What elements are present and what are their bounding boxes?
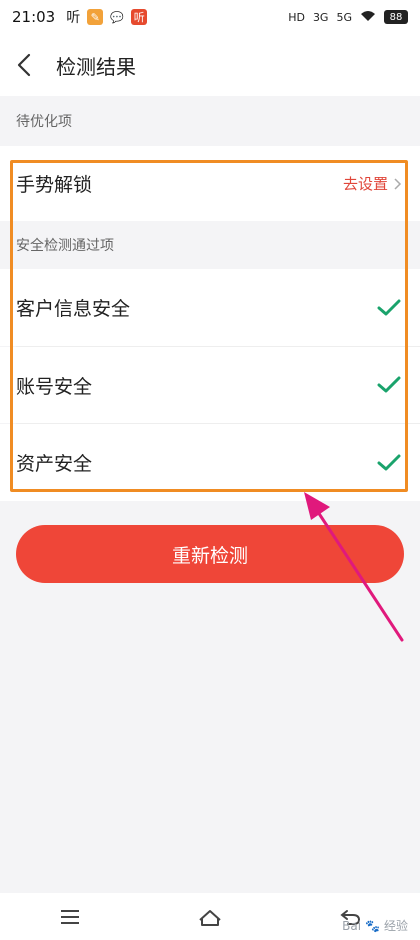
hd-indicator: HD: [288, 10, 305, 24]
passed-item-label: 客户信息安全: [16, 298, 131, 320]
chevron-right-icon: [394, 177, 402, 190]
home-button[interactable]: [180, 897, 240, 937]
go-settings-label: 去设置: [342, 175, 388, 193]
battery-indicator: 88: [384, 10, 408, 24]
system-indicators: HD 3G 5G 88: [288, 10, 408, 25]
watermark: Bai 🐾 经验: [342, 917, 408, 934]
go-settings-link[interactable]: 去设置: [343, 173, 402, 194]
5g-indicator: 5G: [336, 10, 352, 24]
passed-item-label: 资产安全: [16, 453, 93, 475]
news-app-icon: ✎: [87, 9, 104, 25]
check-icon: [376, 372, 402, 398]
pending-item-label: 手势解锁: [16, 174, 93, 196]
wifi-icon: [360, 10, 376, 25]
listen-app-icon-red: 听: [131, 9, 148, 25]
status-time: 21:03: [12, 8, 56, 26]
passed-item-label: 账号安全: [16, 375, 93, 398]
menu-icon: [61, 909, 79, 924]
home-icon: [199, 909, 221, 926]
chevron-left-icon: [17, 53, 31, 77]
pending-item-gesture-unlock[interactable]: 手势解锁 去设置: [0, 146, 420, 221]
status-bar: 21:03 听 ✎ 💬 听 HD 3G 5G 88: [0, 0, 420, 34]
watermark-brand: Bai: [342, 918, 362, 933]
page-title: 检测结果: [56, 54, 136, 79]
menu-button[interactable]: [40, 897, 100, 937]
recheck-button[interactable]: 重新检测: [16, 525, 404, 583]
chat-icon: 💬: [109, 9, 126, 25]
passed-item-customer-info: 客户信息安全: [0, 269, 420, 346]
listen-app-icon: 听: [65, 9, 82, 26]
check-icon: [376, 295, 402, 321]
app-bar: 检测结果: [0, 34, 420, 96]
check-icon: [376, 450, 402, 476]
paw-icon: 🐾: [365, 918, 380, 933]
section-title-passed: 安全检测通过项: [16, 238, 114, 254]
passed-item-account: 账号安全: [0, 347, 420, 423]
section-title-pending: 待优化项: [16, 114, 72, 130]
3g-indicator: 3G: [312, 10, 329, 24]
back-button[interactable]: [2, 34, 46, 96]
watermark-text: 经验: [383, 919, 408, 933]
notification-icons: 听 ✎ 💬 听: [65, 9, 148, 26]
passed-item-assets: 资产安全: [0, 424, 420, 501]
